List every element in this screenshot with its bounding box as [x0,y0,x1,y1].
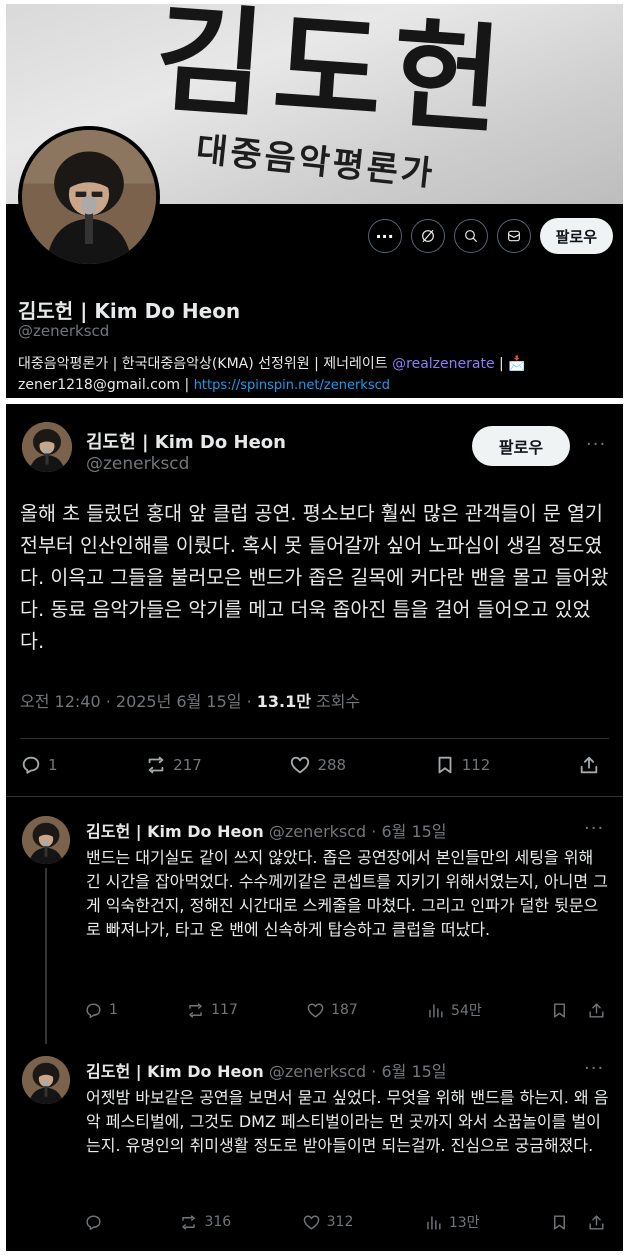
tweet-action-bar: 1 217 288 112 [20,754,600,776]
profile-actions: ··· 팔로우 [367,218,613,254]
heart-icon [303,1214,319,1230]
like-count: 288 [317,756,347,774]
tweet-follow-button[interactable]: 팔로우 [472,426,570,466]
bio-text: 대중음악평론가 | 한국대중음악상(KMA) 선정위원 | 제너레이트 [18,356,393,372]
reply-icon [22,756,40,774]
search-button[interactable] [453,219,488,253]
reply-extra-actions [550,1213,606,1232]
reply-extra-actions [550,1001,606,1020]
profile-panel: 김도헌 대중음악평론가 ··· 팔로우 김도헌 | Kim Do Heon @z… [6,4,623,398]
views-count: 13만 [448,1215,480,1231]
reply-avatar[interactable] [22,816,70,864]
reply-count: 1 [48,756,58,774]
thread-panel: 김도헌 | Kim Do Heon @zenerkscd 팔로우 ··· 올해 … [6,404,623,1251]
views-chart-icon [427,1215,441,1230]
reply-text: 밴드는 대기실도 같이 쓰지 않았다. 좁은 공연장에서 본인들만의 세팅을 위… [86,848,608,939]
tweet-views-label: 조회수 [310,692,361,711]
reply-button[interactable]: 1 [84,1001,118,1020]
avatar-photo [22,422,72,472]
share-button[interactable] [578,754,600,776]
profile-avatar[interactable] [18,126,160,268]
bio-separator: | [494,356,509,372]
repost-icon [148,756,164,774]
views-button[interactable]: 13만 [424,1212,480,1232]
bio-mention-link[interactable]: @realzenerate [392,356,494,372]
avatar-photo [22,130,156,264]
profile-name: 김도헌 | Kim Do Heon [18,299,241,323]
grok-button[interactable] [410,219,445,253]
bookmark-button[interactable]: 112 [434,754,491,776]
reply-count: 1 [109,1002,118,1018]
tweet-views-count: 13.1만 [256,692,311,711]
heart-icon [291,756,310,774]
tweet-divider [20,738,609,739]
reply-author-name[interactable]: 김도헌 | Kim Do Heon [86,1062,264,1081]
tweet-timestamp[interactable]: 오전 12:40 · 2025년 6월 15일 · [20,692,257,711]
bio-website-link[interactable]: https://spinspin.net/zenerkscd [194,378,390,393]
profile-handle: @zenerkscd [18,322,110,340]
more-options-button[interactable]: ··· [367,219,402,253]
reply-author-name[interactable]: 김도헌 | Kim Do Heon [86,822,264,841]
avatar-photo [22,1056,70,1104]
reply-header: 김도헌 | Kim Do Heon @zenerkscd · 6월 15일 [86,818,447,842]
heart-icon [307,1002,324,1018]
tweet-text: 올해 초 들렀던 홍대 앞 클럽 공연. 평소보다 훨씬 많은 관객들이 문 열… [20,502,609,653]
reply-author-handle[interactable]: @zenerkscd · 6월 15일 [269,1062,447,1081]
like-count: 187 [331,1002,358,1018]
views-button[interactable]: 54만 [426,1000,482,1020]
repost-icon [182,1214,196,1230]
bookmark-icon [438,756,452,774]
bookmark-icon[interactable] [550,1001,569,1020]
reply-more-icon[interactable]: ··· [584,1058,604,1079]
repost-count: 316 [204,1214,232,1230]
share-icon[interactable] [587,1001,606,1020]
repost-count: 217 [173,756,202,774]
bio-email: zener1218@gmail.com | [18,377,194,393]
tweet-author-handle[interactable]: @zenerkscd [86,454,189,474]
repost-button[interactable]: 217 [145,754,202,776]
like-button[interactable]: 187 [306,1001,358,1020]
views-count: 54만 [451,1003,482,1019]
like-count: 312 [326,1214,354,1230]
reply-icon [86,1214,101,1230]
reply-button[interactable]: 1 [20,754,58,776]
thread-divider [6,796,623,797]
search-icon [464,230,477,242]
reply-header: 김도헌 | Kim Do Heon @zenerkscd · 6월 15일 [86,1058,447,1082]
repost-button[interactable]: 316 [179,1213,231,1232]
reply-text: 어젯밤 바보같은 공연을 보면서 묻고 싶었다. 무엇을 위해 밴드를 하는지.… [86,1088,609,1155]
share-icon [580,756,598,774]
like-button[interactable]: 312 [302,1213,354,1232]
profile-bio: 대중음악평론가 | 한국대중음악상(KMA) 선정위원 | 제너레이트 @rea… [18,354,613,396]
repost-count: 117 [211,1002,238,1018]
tweet-more-icon[interactable]: ··· [586,434,606,455]
reply-action-bar: 316 312 13만 [84,1212,606,1232]
repost-button[interactable]: 117 [186,1001,238,1020]
reply-icon [86,1002,101,1018]
reply-author-handle[interactable]: @zenerkscd · 6월 15일 [269,822,447,841]
share-icon[interactable] [587,1213,606,1232]
bookmark-icon[interactable] [550,1213,569,1232]
follow-button[interactable]: 팔로우 [539,218,613,254]
repost-icon [189,1002,202,1018]
thread-connector-line [45,868,47,1044]
reply-avatar[interactable] [22,1056,70,1104]
tweet-author-name[interactable]: 김도헌 | Kim Do Heon [86,428,286,454]
more-icon: ··· [375,226,394,246]
tweet-avatar[interactable] [22,422,72,472]
tweet-meta: 오전 12:40 · 2025년 6월 15일 · 13.1만 조회수 [20,688,360,712]
mail-icon [507,230,520,242]
reply-button[interactable] [84,1213,109,1232]
reply-more-icon[interactable]: ··· [584,818,604,839]
avatar-photo [22,816,70,864]
views-chart-icon [429,1003,443,1018]
message-button[interactable] [496,219,531,253]
bookmark-count: 112 [461,756,491,774]
reply-action-bar: 1 117 187 54만 [84,1000,606,1020]
mailbox-icon: 📩 [508,356,526,372]
grok-icon [421,230,434,242]
like-button[interactable]: 288 [289,754,346,776]
